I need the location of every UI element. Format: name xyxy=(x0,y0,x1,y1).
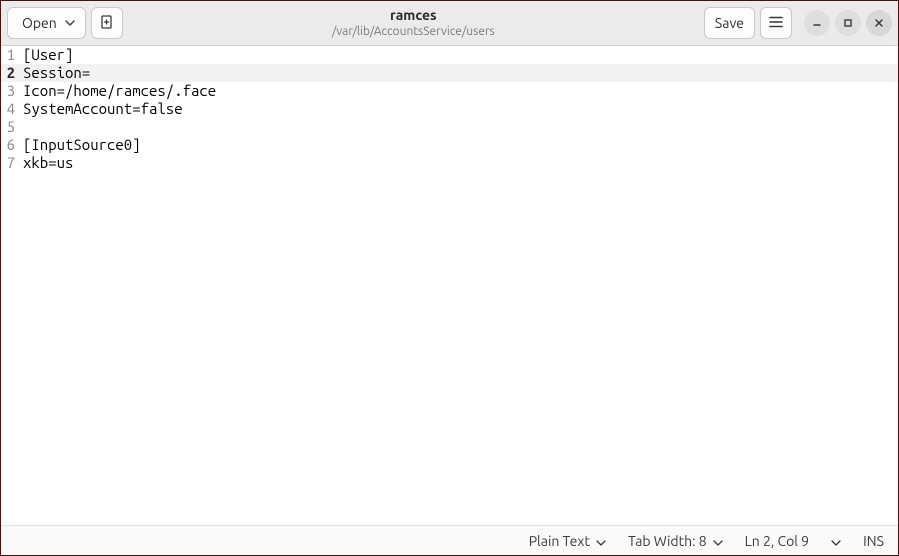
chevron-down-icon xyxy=(596,533,606,549)
hamburger-menu-button[interactable] xyxy=(760,7,792,39)
line-number: 2 xyxy=(1,64,19,82)
editor-line[interactable]: 2Session= xyxy=(1,64,898,82)
close-button[interactable] xyxy=(866,10,892,36)
language-label: Plain Text xyxy=(529,533,590,549)
close-icon xyxy=(874,15,884,31)
header-title-area: ramces /var/lib/AccountsService/users xyxy=(128,7,699,40)
line-content: xkb=us xyxy=(19,154,898,172)
line-number: 7 xyxy=(1,154,19,172)
line-content: Session= xyxy=(19,64,898,82)
insert-mode-label: INS xyxy=(863,533,884,549)
goto-line-menu[interactable] xyxy=(831,533,841,549)
line-number: 5 xyxy=(1,118,19,136)
status-bar: Plain Text Tab Width: 8 Ln 2, Col 9 INS xyxy=(1,525,898,555)
window-title: ramces xyxy=(390,7,437,25)
maximize-button[interactable] xyxy=(835,10,861,36)
window-subtitle: /var/lib/AccountsService/users xyxy=(332,24,495,39)
line-number: 3 xyxy=(1,82,19,100)
line-content xyxy=(19,118,898,136)
editor-line[interactable]: 3Icon=/home/ramces/.face xyxy=(1,82,898,100)
save-button-label: Save xyxy=(715,15,744,31)
editor-line[interactable]: 6[InputSource0] xyxy=(1,136,898,154)
tab-width-label: Tab Width: 8 xyxy=(628,533,707,549)
minimize-button[interactable] xyxy=(804,10,830,36)
line-number: 6 xyxy=(1,136,19,154)
line-content: [User] xyxy=(19,46,898,64)
insert-mode[interactable]: INS xyxy=(863,533,884,549)
save-button[interactable]: Save xyxy=(704,7,755,39)
chevron-down-icon xyxy=(65,20,75,26)
cursor-position-label: Ln 2, Col 9 xyxy=(745,533,809,549)
maximize-icon xyxy=(843,15,853,31)
header-bar: Open ramces /var/lib/AccountsService/use… xyxy=(1,1,898,46)
editor-line[interactable]: 1[User] xyxy=(1,46,898,64)
header-left: Open xyxy=(7,7,123,39)
open-button-label: Open xyxy=(22,15,57,31)
new-tab-button[interactable] xyxy=(91,7,123,39)
line-number: 4 xyxy=(1,100,19,118)
editor-line[interactable]: 4SystemAccount=false xyxy=(1,100,898,118)
open-button[interactable]: Open xyxy=(7,7,86,39)
line-content: [InputSource0] xyxy=(19,136,898,154)
chevron-down-icon xyxy=(831,533,841,549)
line-content: Icon=/home/ramces/.face xyxy=(19,82,898,100)
editor-line[interactable]: 5 xyxy=(1,118,898,136)
minimize-icon xyxy=(812,15,822,31)
new-document-icon xyxy=(99,14,115,33)
chevron-down-icon xyxy=(713,533,723,549)
editor-area[interactable]: 1[User]2Session=3Icon=/home/ramces/.face… xyxy=(1,46,898,525)
header-right: Save xyxy=(704,7,892,39)
hamburger-icon xyxy=(769,15,783,31)
line-number: 1 xyxy=(1,46,19,64)
cursor-position[interactable]: Ln 2, Col 9 xyxy=(745,533,809,549)
language-selector[interactable]: Plain Text xyxy=(529,533,606,549)
tab-width-selector[interactable]: Tab Width: 8 xyxy=(628,533,723,549)
editor-line[interactable]: 7xkb=us xyxy=(1,154,898,172)
line-content: SystemAccount=false xyxy=(19,100,898,118)
